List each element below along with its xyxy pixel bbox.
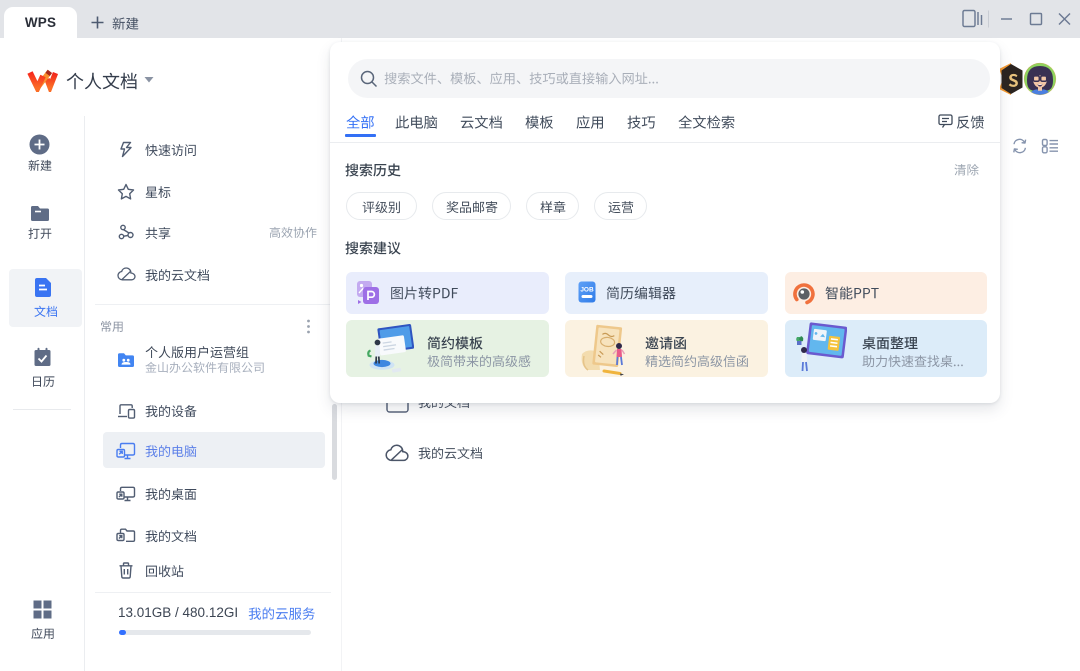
svg-text:JOB: JOB: [580, 287, 594, 294]
